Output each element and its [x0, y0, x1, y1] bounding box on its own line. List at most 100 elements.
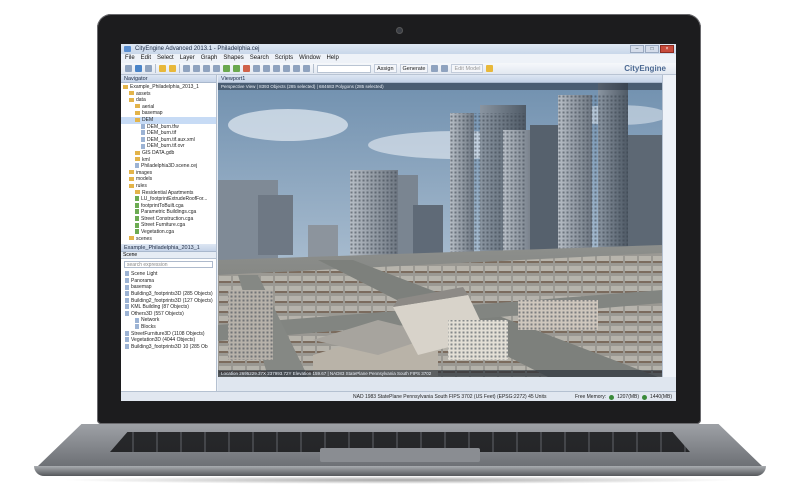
- menu-window[interactable]: Window: [299, 54, 320, 63]
- navigator-item-label: Residential Apartments: [142, 189, 194, 196]
- scene-layer-label: Vegetation3D (4044 Objects): [131, 337, 196, 344]
- scene-layer-item[interactable]: KML Building (87 Objects): [121, 304, 216, 311]
- align-icon[interactable]: [441, 65, 449, 72]
- scale-tool-icon[interactable]: [203, 65, 210, 72]
- toolbar-divider: [155, 64, 156, 73]
- scene-layer-item[interactable]: Vegetation3D (4044 Objects): [121, 337, 216, 344]
- memory-indicator: Free Memory: 1207(MB) 1440(MB): [575, 392, 672, 401]
- maximize-button[interactable]: □: [645, 45, 659, 53]
- assign-button[interactable]: Assign: [374, 64, 397, 73]
- settings-icon[interactable]: [486, 65, 494, 72]
- scene-layer-item[interactable]: Building3_footprints3D 10 (285 Ob: [121, 344, 216, 351]
- camera-tool-icon[interactable]: [273, 65, 280, 72]
- folder-icon: [129, 236, 134, 241]
- menu-file[interactable]: File: [125, 54, 135, 63]
- toolbar-dropdown[interactable]: [317, 64, 371, 73]
- viewport-3d[interactable]: Viewport1 Perspective View | 8393 Object…: [218, 75, 662, 377]
- undo-icon[interactable]: [159, 65, 166, 72]
- scene-panel-title: Example_Philadelphia_2013_1: [124, 245, 200, 252]
- navigator-item-label: aerial: [142, 103, 155, 110]
- navigator-item[interactable]: DEM_burn.tif.aux.xml: [121, 137, 216, 144]
- edit-model-button[interactable]: Edit Model: [451, 64, 484, 73]
- navigator-item[interactable]: Residential Apartments: [121, 190, 216, 197]
- viewport-header: Viewport1: [218, 75, 662, 83]
- scene-layer-item[interactable]: basemap: [121, 284, 216, 291]
- navigator-item[interactable]: LU_footprintExtrudeRoofFor...: [121, 196, 216, 203]
- navigator-item[interactable]: assets: [121, 91, 216, 98]
- scene-layer-label: Others3D (557 Objects): [131, 310, 184, 317]
- navigator-item[interactable]: Street Construction.cga: [121, 216, 216, 223]
- navigator-item[interactable]: aerial: [121, 104, 216, 111]
- print-icon[interactable]: [145, 65, 152, 72]
- scene-layer-item[interactable]: StreetFurniture3D (1108 Objects): [121, 331, 216, 338]
- toolbar-divider: [313, 64, 314, 73]
- navigator-item[interactable]: Philadelphia3D.scene.cej: [121, 163, 216, 170]
- cleanup-icon[interactable]: [431, 65, 439, 72]
- menu-shapes[interactable]: Shapes: [223, 54, 243, 63]
- city-render[interactable]: [218, 75, 662, 377]
- navigator-item[interactable]: DEM_burn.tif.ovr: [121, 143, 216, 150]
- navigator-item[interactable]: DEM_burn.tif: [121, 130, 216, 137]
- menu-search[interactable]: Search: [250, 54, 269, 63]
- redo-icon[interactable]: [169, 65, 176, 72]
- layer-icon: [125, 330, 129, 336]
- brush-tool-icon[interactable]: [253, 65, 260, 72]
- navigator-item[interactable]: kml: [121, 157, 216, 164]
- scene-search-input[interactable]: search expression: [124, 261, 213, 269]
- navigator-item[interactable]: rules: [121, 183, 216, 190]
- navigator-item[interactable]: DEM_burn.tfw: [121, 124, 216, 131]
- shape-tool-icon[interactable]: [233, 65, 240, 72]
- measure-tool-icon[interactable]: [283, 65, 290, 72]
- menu-layer[interactable]: Layer: [180, 54, 195, 63]
- folder-icon: [129, 97, 134, 102]
- navigator-item[interactable]: Example_Philadelphia_2013_1: [121, 84, 216, 91]
- scene-layer-item[interactable]: Panorama: [121, 278, 216, 285]
- navigator-item[interactable]: Vegetation.cga: [121, 229, 216, 236]
- navigator-tree: Example_Philadelphia_2013_1 assets data aer…: [121, 83, 216, 243]
- window-titlebar[interactable]: CityEngine Advanced 2013.1 - Philadelphi…: [121, 44, 676, 54]
- file-icon: [135, 163, 139, 169]
- navigator-item[interactable]: images: [121, 170, 216, 177]
- navigator-item[interactable]: basemap: [121, 110, 216, 117]
- navigator-item[interactable]: Street Furniture.cga: [121, 222, 216, 229]
- new-file-icon[interactable]: [125, 65, 132, 72]
- move-tool-icon[interactable]: [193, 65, 200, 72]
- navigator-item[interactable]: models: [121, 176, 216, 183]
- navigator-item[interactable]: data: [121, 97, 216, 104]
- select-tool-icon[interactable]: [183, 65, 190, 72]
- menu-scripts[interactable]: Scripts: [275, 54, 293, 63]
- layers-icon[interactable]: [293, 65, 300, 72]
- rotate-tool-icon[interactable]: [213, 65, 220, 72]
- navigator-item[interactable]: GIS DATA.gdb: [121, 150, 216, 157]
- filter-icon[interactable]: [303, 65, 310, 72]
- scene-layer-item[interactable]: Others3D (557 Objects): [121, 311, 216, 318]
- layer-icon: [125, 278, 129, 284]
- scene-layer-item[interactable]: Network: [121, 317, 216, 324]
- file-icon: [135, 216, 139, 222]
- street-tool-icon[interactable]: [223, 65, 230, 72]
- navigator-item-label: basemap: [142, 110, 163, 117]
- scene-layer-item[interactable]: Building3_footprints3D (285 Objects): [121, 291, 216, 298]
- scene-layer-item[interactable]: Building2_footprints3D (127 Objects): [121, 298, 216, 305]
- navigator-item[interactable]: footprintToBuilt.cga: [121, 203, 216, 210]
- scene-layer-item[interactable]: Blocks: [121, 324, 216, 331]
- navigator-header: Navigator: [121, 75, 216, 83]
- menu-graph[interactable]: Graph: [201, 54, 218, 63]
- minimize-button[interactable]: –: [630, 45, 644, 53]
- navigator-item[interactable]: Parametric Buildings.cga: [121, 209, 216, 216]
- navigator-item[interactable]: DEM: [121, 116, 216, 124]
- menu-select[interactable]: Select: [157, 54, 174, 63]
- tab-scene[interactable]: Scene: [123, 252, 137, 258]
- navigator-item-label: Vegetation.cga: [141, 229, 175, 236]
- navigator-item[interactable]: scenes: [121, 236, 216, 243]
- close-button[interactable]: ×: [660, 45, 674, 53]
- viewport-info-bar: Perspective View | 8393 Objects (285 sel…: [218, 83, 662, 90]
- polygon-tool-icon[interactable]: [243, 65, 250, 72]
- menu-help[interactable]: Help: [326, 54, 338, 63]
- navigator-item-label: data: [136, 97, 146, 104]
- scene-layer-item[interactable]: Scene Light: [121, 271, 216, 278]
- save-icon[interactable]: [135, 65, 142, 72]
- terrain-tool-icon[interactable]: [263, 65, 270, 72]
- menu-edit[interactable]: Edit: [141, 54, 151, 63]
- generate-button[interactable]: Generate: [399, 64, 429, 73]
